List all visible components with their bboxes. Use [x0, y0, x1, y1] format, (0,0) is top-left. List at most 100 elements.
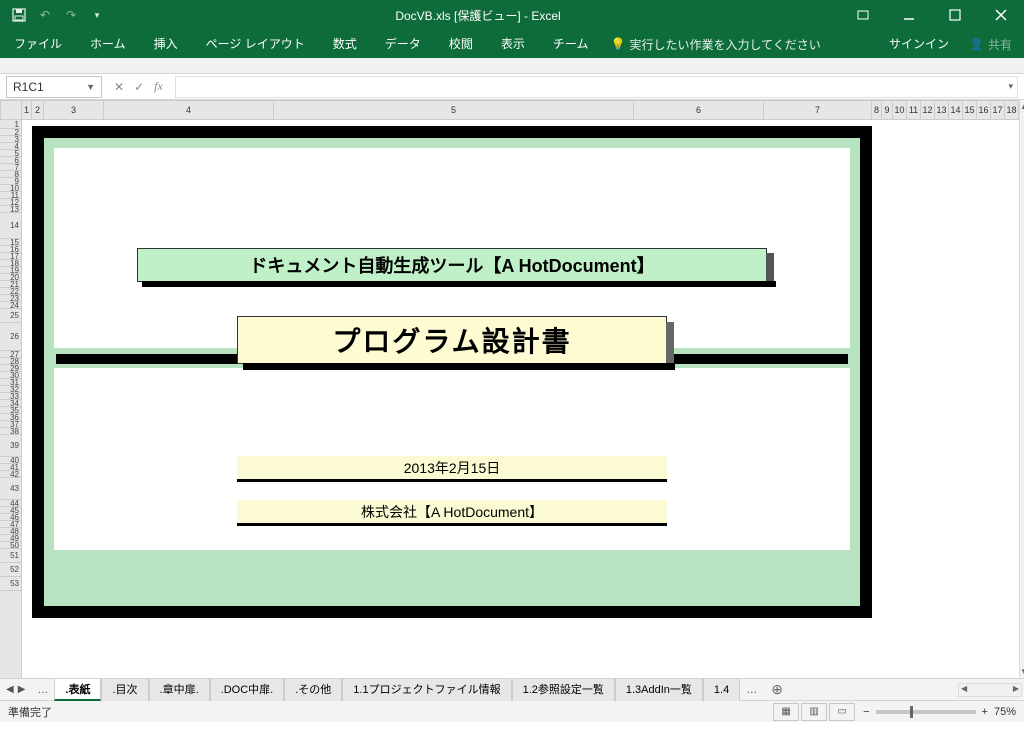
col-header[interactable]: 5 [274, 101, 634, 119]
sheet-tab[interactable]: .章中扉. [149, 679, 210, 701]
tab-first-icon[interactable]: ◀ [6, 684, 14, 695]
zoom-slider[interactable] [876, 710, 976, 714]
quick-access: ↶ ↷ ▾ [0, 6, 116, 24]
enter-icon[interactable]: ✓ [134, 80, 144, 94]
worksheet-area[interactable]: ドキュメント自動生成ツール【A HotDocument】 プログラム設計書 20… [22, 120, 1019, 678]
col-header[interactable]: 10 [893, 101, 907, 119]
minimize-icon[interactable] [886, 0, 932, 30]
sheet-tab[interactable]: .目次 [101, 679, 148, 701]
row-header[interactable]: 39 [0, 435, 21, 457]
fx-icon[interactable]: fx [154, 79, 163, 94]
sheet-tab[interactable]: 1.3AddIn一覧 [615, 679, 703, 701]
view-break-icon[interactable]: ▭ [829, 703, 855, 721]
maximize-icon[interactable] [932, 0, 978, 30]
sheet-tab[interactable]: 1.4 [703, 679, 740, 701]
share-label: 共有 [988, 36, 1012, 53]
main-title-band: プログラム設計書 [237, 316, 667, 364]
tab-scroll-right[interactable]: … [740, 684, 763, 696]
zoom-out-button[interactable]: − [863, 706, 869, 718]
col-header[interactable]: 2 [32, 101, 44, 119]
col-header[interactable]: 3 [44, 101, 104, 119]
row-header[interactable]: 24 [0, 302, 21, 309]
col-header[interactable]: 9 [882, 101, 893, 119]
window-title: DocVB.xls [保護ビュー] - Excel [116, 7, 840, 24]
sheet-tab[interactable]: 1.2参照設定一覧 [512, 679, 615, 701]
col-header[interactable]: 13 [935, 101, 949, 119]
name-box[interactable]: R1C1 ▼ [6, 76, 102, 98]
col-header[interactable]: 18 [1005, 101, 1019, 119]
row-header[interactable]: 51 [0, 549, 21, 563]
col-header[interactable]: 7 [764, 101, 872, 119]
sheet-tab-nav: ◀ ▶ [0, 684, 31, 695]
col-header[interactable]: 15 [963, 101, 977, 119]
col-header[interactable]: 1 [22, 101, 32, 119]
row-header[interactable]: 52 [0, 563, 21, 577]
share-button[interactable]: 👤 共有 [963, 36, 1018, 53]
horizontal-scrollbar[interactable]: ◀▶ [958, 683, 1022, 697]
view-normal-icon[interactable]: ▦ [773, 703, 799, 721]
vertical-scrollbar[interactable] [1019, 100, 1024, 678]
row-header[interactable]: 25 [0, 309, 21, 323]
tab-next-icon[interactable]: ▶ [18, 684, 26, 695]
tab-view[interactable]: 表示 [487, 30, 539, 58]
formula-expand-icon[interactable]: ▾ [1008, 81, 1013, 92]
view-page-icon[interactable]: ▥ [801, 703, 827, 721]
tab-data[interactable]: データ [371, 30, 435, 58]
add-sheet-button[interactable]: ⊕ [763, 681, 791, 698]
save-icon[interactable] [10, 6, 28, 24]
tab-home[interactable]: ホーム [76, 30, 140, 58]
row-header[interactable]: 42 [0, 471, 21, 478]
row-header[interactable]: 43 [0, 478, 21, 500]
sheet-tab[interactable]: .DOC中扉. [210, 679, 285, 701]
tab-formulas[interactable]: 数式 [319, 30, 371, 58]
undo-icon[interactable]: ↶ [36, 6, 54, 24]
col-header[interactable]: 11 [907, 101, 921, 119]
bulb-icon: 💡 [610, 37, 625, 51]
ribbon-collapsed-area [0, 58, 1024, 74]
ribbon: ファイル ホーム 挿入 ページ レイアウト 数式 データ 校閲 表示 チーム 💡… [0, 30, 1024, 58]
date-field: 2013年2月15日 [237, 456, 667, 482]
ribbon-display-icon[interactable] [840, 0, 886, 30]
tab-team[interactable]: チーム [539, 30, 603, 58]
sheet-tab[interactable]: .表紙 [54, 679, 101, 701]
redo-icon[interactable]: ↷ [62, 6, 80, 24]
cover-page: ドキュメント自動生成ツール【A HotDocument】 プログラム設計書 20… [32, 126, 872, 618]
name-box-value: R1C1 [13, 80, 44, 94]
sheet-tab[interactable]: 1.1プロジェクトファイル情報 [342, 679, 511, 701]
sheet-tab[interactable]: .その他 [284, 679, 342, 701]
tab-review[interactable]: 校閲 [435, 30, 487, 58]
formula-input[interactable]: ▾ [175, 76, 1018, 98]
row-header[interactable]: 50 [0, 542, 21, 549]
tab-scroll-left[interactable]: … [31, 684, 54, 696]
row-headers[interactable]: 1234567891011121314151617181920212223242… [0, 120, 22, 678]
tell-me[interactable]: 💡 実行したい作業を入力してください [602, 36, 828, 53]
col-header[interactable]: 6 [634, 101, 764, 119]
row-header[interactable]: 53 [0, 577, 21, 591]
qa-customize-icon[interactable]: ▾ [88, 6, 106, 24]
zoom-in-button[interactable]: + [982, 706, 988, 718]
cancel-icon[interactable]: ✕ [114, 80, 124, 94]
row-header[interactable]: 14 [0, 213, 21, 239]
row-header[interactable]: 38 [0, 428, 21, 435]
workspace: 123456789101112131415161718 123456789101… [0, 100, 1024, 678]
col-header[interactable]: 16 [977, 101, 991, 119]
row-header[interactable]: 13 [0, 206, 21, 213]
column-headers[interactable]: 123456789101112131415161718 [22, 100, 1019, 120]
zoom-controls: − + 75% [863, 706, 1016, 718]
tab-pagelayout[interactable]: ページ レイアウト [192, 30, 319, 58]
row-header[interactable]: 26 [0, 323, 21, 351]
tab-file[interactable]: ファイル [0, 30, 76, 58]
close-icon[interactable] [978, 0, 1024, 30]
zoom-level[interactable]: 75% [994, 706, 1016, 718]
col-header[interactable]: 12 [921, 101, 935, 119]
col-header[interactable]: 4 [104, 101, 274, 119]
col-header[interactable]: 8 [872, 101, 882, 119]
select-all-button[interactable] [0, 100, 22, 120]
tab-insert[interactable]: 挿入 [140, 30, 192, 58]
col-header[interactable]: 14 [949, 101, 963, 119]
name-box-dropdown-icon[interactable]: ▼ [86, 82, 95, 92]
col-header[interactable]: 17 [991, 101, 1005, 119]
tell-me-text: 実行したい作業を入力してください [629, 36, 820, 53]
signin-link[interactable]: サインイン [875, 30, 963, 58]
formula-controls: ✕ ✓ fx [108, 79, 169, 94]
